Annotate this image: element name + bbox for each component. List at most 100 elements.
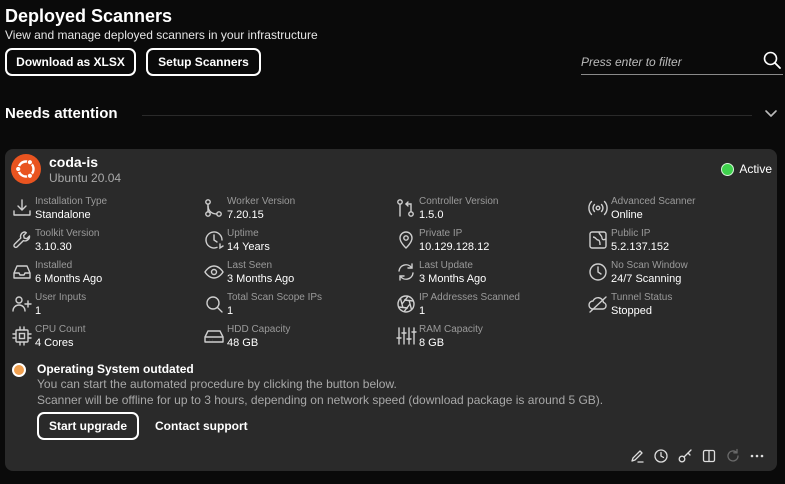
cpu-icon [11, 325, 33, 347]
detail-value: 48 GB [227, 337, 259, 349]
detail-label: HDD Capacity [227, 324, 291, 335]
detail-last-update: Last Update 3 Months Ago [395, 257, 585, 287]
detail-total-scan-scope: Total Scan Scope IPs 1 [203, 289, 393, 319]
edit-icon[interactable] [625, 447, 649, 465]
detail-user-inputs: User Inputs 1 [11, 289, 201, 319]
page-subtitle: View and manage deployed scanners in you… [5, 28, 318, 42]
detail-installation-type: Installation Type Standalone [11, 193, 201, 223]
refresh-icon [395, 261, 417, 283]
detail-value: 1 [35, 305, 42, 317]
detail-label: Last Update [419, 260, 473, 271]
detail-label: IP Addresses Scanned [419, 292, 520, 303]
alert-message: Scanner will be offline for up to 3 hour… [37, 393, 604, 407]
status-dot-icon [721, 162, 735, 176]
filter-input[interactable] [581, 52, 756, 72]
detail-public-ip: Public IP 5.2.137.152 [587, 225, 777, 255]
history-icon[interactable] [649, 447, 673, 465]
detail-value: 10.129.128.12 [419, 241, 490, 253]
chevron-down-icon[interactable] [764, 107, 778, 126]
scanner-os: Ubuntu 20.04 [49, 171, 122, 185]
alert-message: You can start the automated procedure by… [37, 377, 397, 391]
page-title: Deployed Scanners [5, 6, 173, 26]
detail-label: Private IP [419, 228, 463, 239]
detail-hdd-capacity: HDD Capacity 48 GB [203, 321, 393, 351]
deployed-scanners-page: Deployed Scanners View and manage deploy… [0, 0, 785, 484]
status-label: Active [739, 162, 772, 176]
detail-tunnel-status: Tunnel Status Stopped [587, 289, 777, 319]
detail-label: Installed [35, 260, 73, 271]
section-divider [142, 115, 752, 116]
detail-ip-addresses-scanned: IP Addresses Scanned 1 [395, 289, 585, 319]
clock-arrow-icon [203, 229, 225, 251]
contact-support-button[interactable]: Contact support [155, 412, 248, 440]
detail-value: 3.10.30 [35, 241, 72, 253]
detail-value: 3 Months Ago [419, 273, 487, 285]
ubuntu-logo-icon [11, 154, 41, 184]
detail-value: 1 [227, 305, 234, 317]
detail-toolkit-version: Toolkit Version 3.10.30 [11, 225, 201, 255]
detail-value: 14 Years [227, 241, 270, 253]
git-compare-icon [395, 197, 417, 219]
detail-label: Advanced Scanner [611, 196, 696, 207]
detail-value: 4 Cores [35, 337, 74, 349]
scanner-name: coda-is [49, 154, 99, 170]
location-pin-icon [395, 229, 417, 251]
clock-icon [587, 261, 609, 283]
detail-value: Online [611, 209, 643, 221]
detail-value: 7.20.15 [227, 209, 264, 221]
detail-label: Last Seen [227, 260, 273, 271]
detail-uptime: Uptime 14 Years [203, 225, 393, 255]
status-badge: Active [721, 162, 772, 176]
setup-scanners-button[interactable]: Setup Scanners [146, 48, 261, 76]
scanner-card: coda-is Ubuntu 20.04 Active Installation… [5, 149, 777, 471]
detail-label: No Scan Window [611, 260, 688, 271]
search-icon [203, 293, 225, 315]
detail-label: User Inputs [35, 292, 87, 303]
detail-label: Installation Type [35, 196, 108, 207]
globe-icon [587, 229, 609, 251]
filter-field [581, 50, 783, 75]
broadcast-icon [587, 197, 609, 219]
key-icon[interactable] [673, 447, 697, 465]
detail-label: Tunnel Status [611, 292, 673, 303]
detail-label: Toolkit Version [35, 228, 100, 239]
wrench-icon [11, 229, 33, 251]
detail-last-seen: Last Seen 3 Months Ago [203, 257, 393, 287]
start-upgrade-button[interactable]: Start upgrade [37, 412, 139, 440]
detail-label: Public IP [611, 228, 651, 239]
more-icon[interactable] [745, 447, 769, 465]
detail-label: Total Scan Scope IPs [227, 292, 323, 303]
section-title-needs-attention: Needs attention [5, 105, 118, 122]
detail-value: 5.2.137.152 [611, 241, 670, 253]
detail-value: Stopped [611, 305, 652, 317]
detail-label: RAM Capacity [419, 324, 483, 335]
user-add-icon [11, 293, 33, 315]
detail-advanced-scanner: Advanced Scanner Online [587, 193, 777, 223]
detail-value: 6 Months Ago [35, 273, 103, 285]
detail-private-ip: Private IP 10.129.128.12 [395, 225, 585, 255]
detail-label: Uptime [227, 228, 259, 239]
search-icon[interactable] [763, 51, 781, 74]
detail-value: 1.5.0 [419, 209, 444, 221]
detail-label: Controller Version [419, 196, 499, 207]
detail-value: 1 [419, 305, 426, 317]
columns-icon[interactable] [697, 447, 721, 465]
eye-icon [203, 261, 225, 283]
alert-title: Operating System outdated [37, 362, 194, 376]
detail-cpu-count: CPU Count 4 Cores [11, 321, 201, 351]
detail-no-scan-window: No Scan Window 24/7 Scanning [587, 257, 777, 287]
sliders-icon [395, 325, 417, 347]
detail-label: Worker Version [227, 196, 296, 207]
detail-installed: Installed 6 Months Ago [11, 257, 201, 287]
detail-value: 3 Months Ago [227, 273, 295, 285]
hard-drive-icon [203, 325, 225, 347]
detail-ram-capacity: RAM Capacity 8 GB [395, 321, 585, 351]
download-icon [11, 197, 33, 219]
detail-value: Standalone [35, 209, 91, 221]
detail-value: 8 GB [419, 337, 445, 349]
detail-worker-version: Worker Version 7.20.15 [203, 193, 393, 223]
inbox-icon [11, 261, 33, 283]
reload-icon[interactable] [721, 447, 745, 465]
download-xlsx-button[interactable]: Download as XLSX [5, 48, 136, 76]
branch-icon [203, 197, 225, 219]
